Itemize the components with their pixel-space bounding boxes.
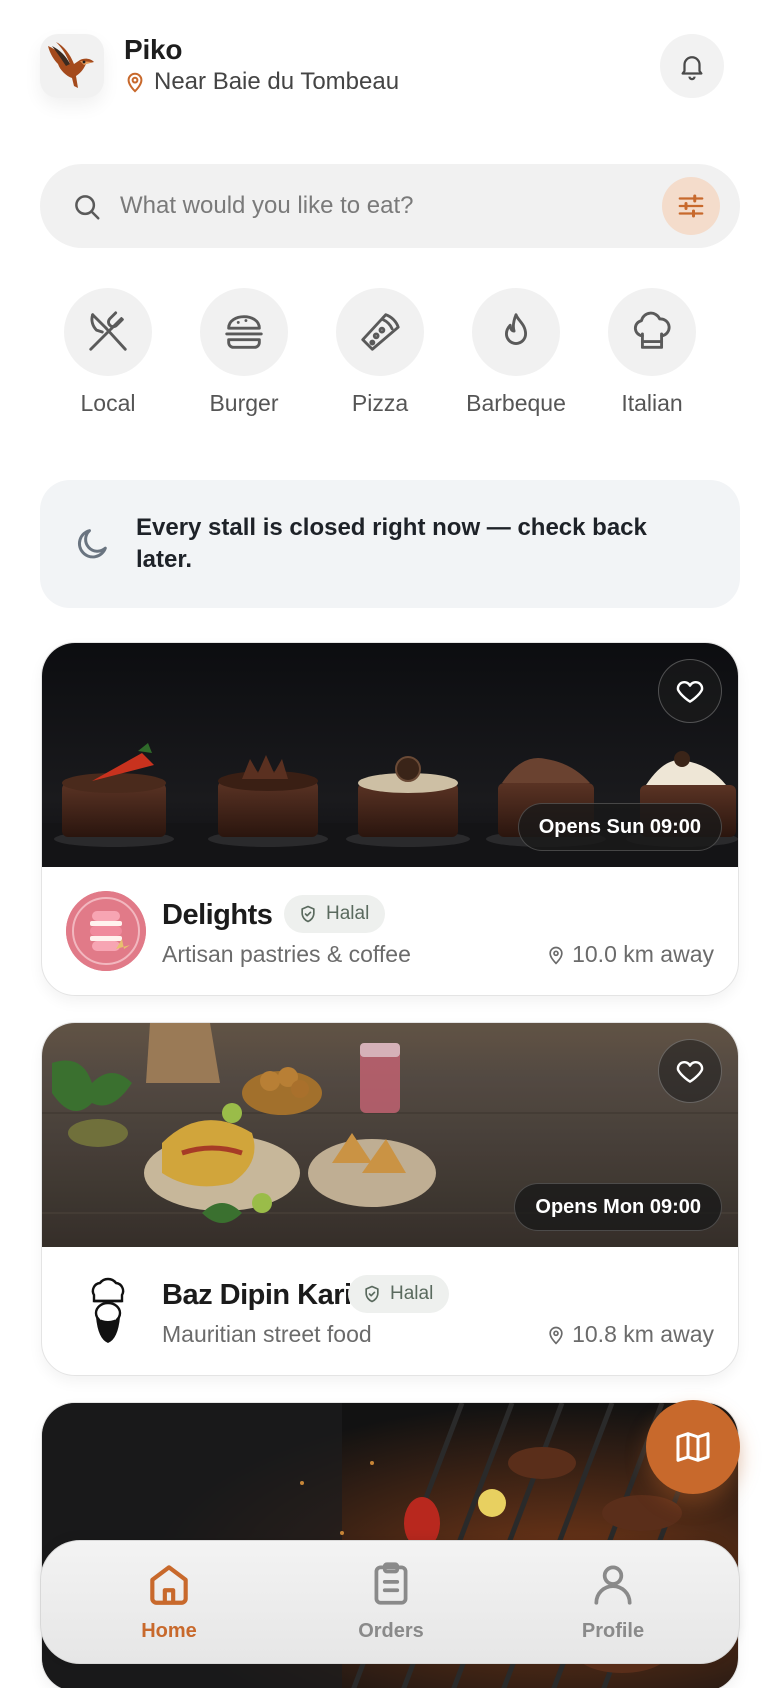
stall-distance-text: 10.0 km away (572, 941, 714, 967)
stall-card[interactable]: Opens Sun 09:00 Delights Halal Artisan p… (41, 642, 739, 996)
heart-icon (676, 681, 704, 703)
halal-badge-label: Halal (390, 1283, 434, 1304)
tab-home[interactable]: Home (89, 1559, 249, 1643)
tab-label: Profile (581, 1620, 645, 1642)
app-logo (40, 34, 104, 98)
filter-button[interactable] (662, 177, 720, 235)
category-italian[interactable]: Italian (584, 288, 720, 417)
category-label: Local (80, 390, 136, 416)
halal-badge: Halal (284, 895, 386, 933)
category-icon-wrap (200, 288, 288, 376)
stall-name: Delights (162, 899, 273, 931)
utensils-crossed-icon (89, 311, 127, 351)
stall-info: Delights Halal Artisan pastries & coffee… (42, 867, 738, 995)
location-text: Near Baie du Tombeau (154, 68, 400, 95)
flame-icon (504, 313, 528, 345)
closed-notice-text: Every stall is closed right now — check … (136, 514, 647, 573)
stall-distance: 10.0 km away (546, 941, 714, 968)
chef-hat-icon (633, 311, 671, 349)
macaron-logo-icon (66, 891, 146, 971)
category-pizza[interactable]: Pizza (312, 288, 448, 417)
location-pin-icon (549, 946, 563, 964)
category-label: Barbeque (466, 390, 566, 416)
favorite-button[interactable] (658, 1039, 722, 1103)
stall-cover-image: Opens Sun 09:00 (42, 643, 738, 867)
location-pin-icon (549, 1326, 563, 1344)
pizza-icon (361, 313, 400, 351)
tab-label: Home (141, 1620, 197, 1642)
category-list: Local Burger Pizza Barbeque Italian (40, 288, 740, 418)
stall-name: Baz Dipin Kari (162, 1279, 352, 1311)
bottom-nav: Home Orders Profile (40, 1540, 740, 1664)
halal-badge: Halal (348, 1275, 450, 1313)
sliders-icon (678, 194, 704, 218)
stall-distance: 10.8 km away (546, 1321, 714, 1348)
search-icon (75, 195, 100, 220)
category-label: Italian (621, 390, 683, 416)
clipboard-list-icon (374, 1562, 408, 1605)
app-header: Piko Near Baie du Tombeau (40, 34, 724, 98)
tab-label: Orders (358, 1620, 424, 1642)
stall-tagline: Artisan pastries & coffee (162, 941, 411, 967)
category-icon-wrap (64, 288, 152, 376)
stall-cover-image: Opens Mon 09:00 (42, 1023, 738, 1247)
category-icon-wrap (472, 288, 560, 376)
opening-time-badge: Opens Mon 09:00 (514, 1183, 722, 1231)
map-view-button[interactable] (646, 1400, 740, 1494)
map-icon (676, 1432, 710, 1462)
bell-icon (681, 56, 703, 81)
home-icon (150, 1565, 188, 1605)
favorite-button[interactable] (658, 659, 722, 723)
category-barbeque[interactable]: Barbeque (448, 288, 584, 417)
moon-icon (77, 529, 107, 559)
stall-distance-text: 10.8 km away (572, 1321, 714, 1347)
burger-icon (225, 315, 263, 349)
location-selector[interactable]: Near Baie du Tombeau (124, 68, 399, 96)
user-icon (594, 1565, 632, 1605)
stall-tagline: Mauritian street food (162, 1321, 372, 1347)
app-name: Piko (124, 34, 183, 65)
heart-icon (676, 1061, 704, 1083)
closed-notice: Every stall is closed right now — check … (40, 480, 740, 608)
stall-card[interactable]: Opens Mon 09:00 Baz Dipin Kari Halal Mau… (41, 1022, 739, 1376)
notifications-button[interactable] (660, 34, 724, 98)
opening-time-badge: Opens Sun 09:00 (517, 803, 722, 851)
category-burger[interactable]: Burger (176, 288, 312, 417)
location-pin-icon (127, 72, 143, 93)
stall-logo (66, 1271, 146, 1351)
search-input[interactable] (120, 182, 640, 230)
stall-logo (66, 891, 146, 971)
search-bar (40, 164, 740, 248)
category-label: Pizza (351, 390, 409, 416)
stall-info: Baz Dipin Kari Halal Mauritian street fo… (42, 1247, 738, 1375)
tab-orders[interactable]: Orders (311, 1559, 471, 1643)
bird-logo-icon (48, 42, 94, 88)
category-label: Burger (209, 390, 279, 416)
tab-profile[interactable]: Profile (533, 1559, 693, 1643)
shield-check-icon (301, 905, 315, 923)
category-icon-wrap (336, 288, 424, 376)
shield-check-icon (365, 1285, 379, 1303)
halal-badge-label: Halal (326, 903, 370, 924)
category-local[interactable]: Local (40, 288, 176, 417)
chef-logo-icon (91, 1277, 125, 1343)
category-icon-wrap (608, 288, 696, 376)
